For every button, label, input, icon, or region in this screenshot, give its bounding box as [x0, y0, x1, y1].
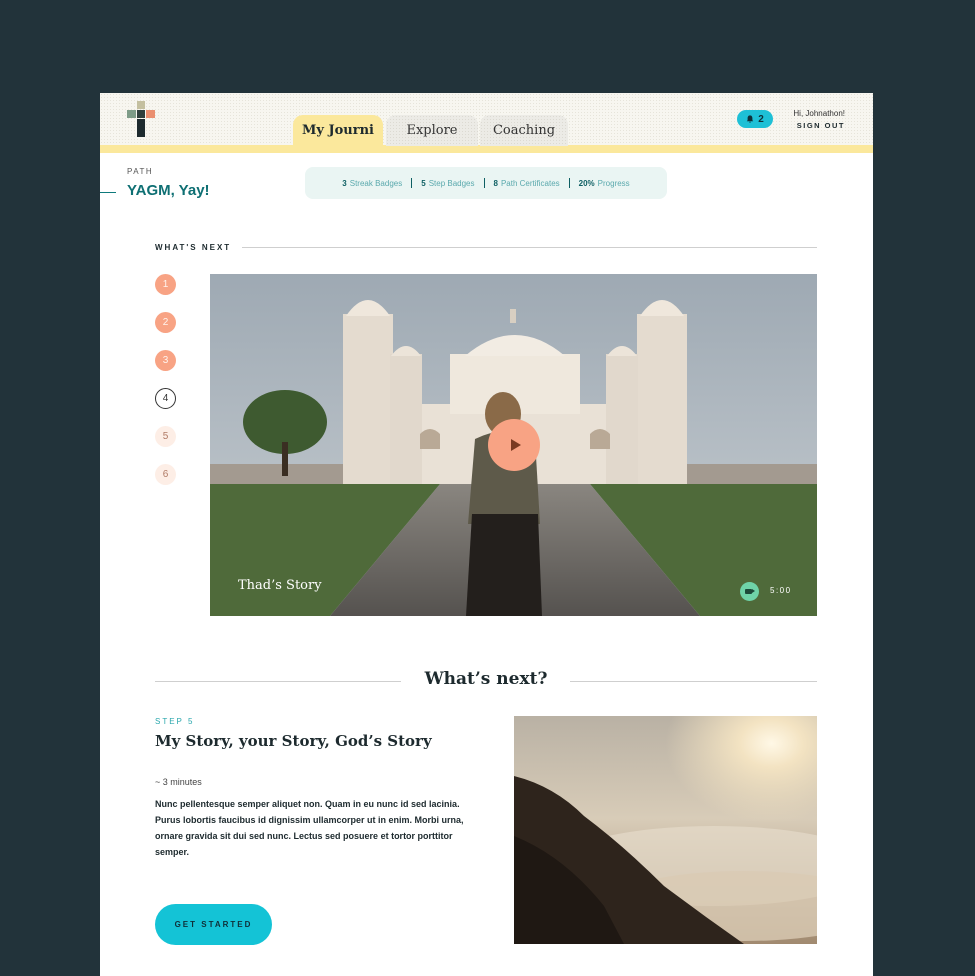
step-cover-image	[514, 716, 817, 944]
get-started-button[interactable]: GET STARTED	[155, 904, 272, 945]
video-camera-icon	[740, 582, 759, 601]
step-indicator-5[interactable]: 5	[155, 426, 176, 447]
path-stats-bar: 3 Streak Badges 5 Step Badges 8 Path Certif…	[305, 167, 667, 199]
play-icon	[511, 439, 521, 451]
notification-count: 2	[758, 113, 764, 125]
step-indicator-4[interactable]: 4	[155, 388, 176, 409]
step-indicator-1[interactable]: 1	[155, 274, 176, 295]
notifications-button[interactable]: 2	[737, 110, 773, 128]
main-card: My Journi Explore Coaching 2 Hi, Johnath…	[100, 93, 873, 976]
path-indicator-line	[100, 192, 116, 193]
whats-next-label: WHAT'S NEXT	[155, 243, 232, 252]
header-underline	[100, 145, 873, 153]
video-duration: 5:00	[770, 586, 792, 595]
stat-divider	[411, 178, 413, 188]
step-duration: ~ 3 minutes	[155, 777, 202, 787]
stat-divider	[483, 178, 485, 188]
path-name: YAGM, Yay!	[127, 182, 210, 199]
stat-step-badges: 5 Step Badges	[421, 178, 475, 188]
stat-divider	[568, 178, 570, 188]
step-indicator-6[interactable]: 6	[155, 464, 176, 485]
section-divider	[242, 247, 817, 248]
bell-icon	[747, 115, 754, 123]
play-button[interactable]	[488, 419, 540, 471]
tab-explore[interactable]: Explore	[386, 115, 478, 146]
stat-streak-badges: 3 Streak Badges	[342, 178, 403, 188]
tab-my-journi[interactable]: My Journi	[293, 115, 383, 146]
step-indicator-3[interactable]: 3	[155, 350, 176, 371]
section-divider-left	[155, 681, 401, 682]
stat-progress: 20% Progress	[578, 178, 630, 188]
video-title: Thad’s Story	[238, 578, 322, 593]
cross-logo-icon[interactable]	[127, 101, 155, 137]
user-greeting: Hi, Johnathon! SIGN OUT	[793, 108, 845, 131]
greeting-text: Hi, Johnathon!	[793, 109, 845, 118]
step-number-label: STEP 5	[155, 717, 195, 726]
path-label: PATH	[127, 167, 154, 176]
whats-next-heading: What’s next?	[424, 669, 548, 689]
step-indicator-2[interactable]: 2	[155, 312, 176, 333]
section-divider-right	[570, 681, 817, 682]
video-player[interactable]: Thad’s Story 5:00	[210, 274, 817, 616]
sign-out-link[interactable]: SIGN OUT	[793, 120, 845, 131]
tab-coaching[interactable]: Coaching	[480, 115, 568, 146]
stat-path-certificates: 8 Path Certificates	[493, 178, 560, 188]
step-description: Nunc pellentesque semper aliquet non. Qu…	[155, 799, 464, 857]
step-title: My Story, your Story, God’s Story	[155, 732, 432, 750]
